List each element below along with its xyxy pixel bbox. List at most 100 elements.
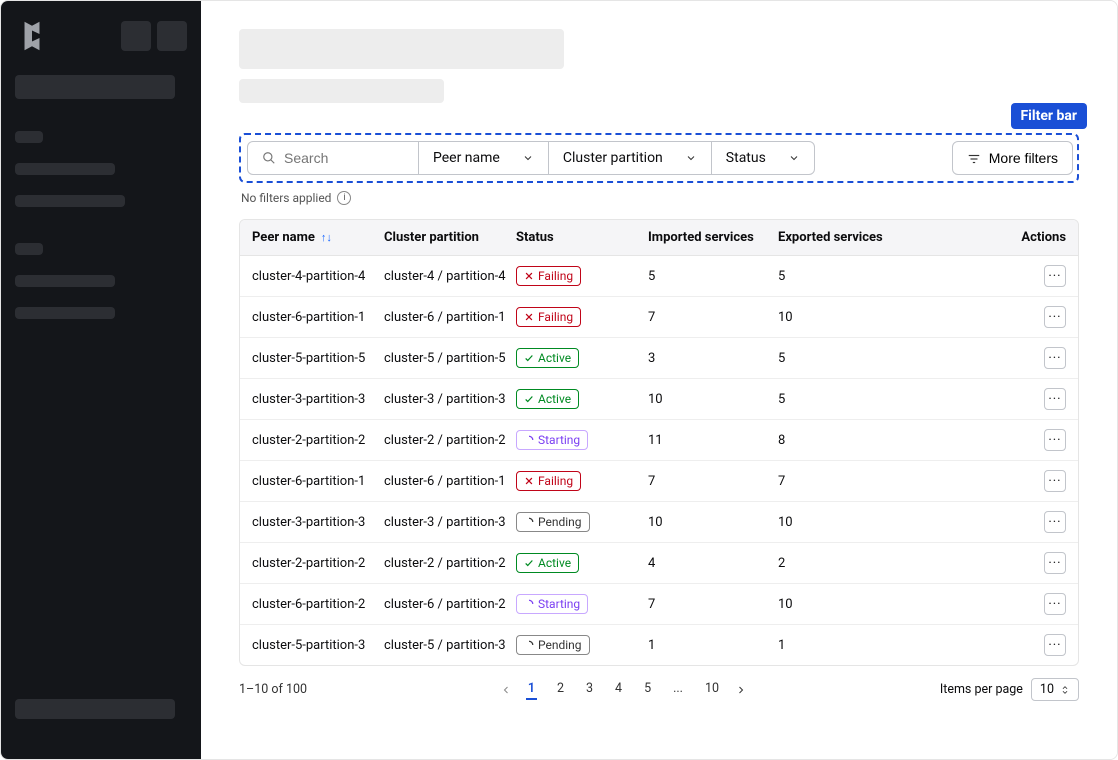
cell-peer-name: cluster-6-partition-2 — [252, 597, 384, 612]
cell-exported: 5 — [778, 269, 928, 284]
cell-cluster-partition: cluster-2 / partition-2 — [384, 556, 516, 571]
cell-exported: 2 — [778, 556, 928, 571]
col-header-status[interactable]: Status — [516, 230, 648, 245]
pagination-ellipsis: ... — [671, 679, 685, 700]
cell-imported: 11 — [648, 433, 778, 448]
row-actions-button[interactable]: ··· — [1044, 388, 1066, 410]
pagination-page[interactable]: 1 — [526, 679, 537, 700]
sidebar-skeleton — [15, 75, 175, 99]
table-row: cluster-3-partition-3cluster-3 / partiti… — [240, 379, 1078, 420]
pagination-next[interactable] — [735, 682, 747, 697]
cell-status: Active — [516, 389, 648, 409]
row-actions-button[interactable]: ··· — [1044, 470, 1066, 492]
search-icon — [262, 150, 276, 166]
cell-cluster-partition: cluster-3 / partition-3 — [384, 515, 516, 530]
cell-imported: 7 — [648, 310, 778, 325]
row-actions-button[interactable]: ··· — [1044, 634, 1066, 656]
row-actions-button[interactable]: ··· — [1044, 429, 1066, 451]
cell-exported: 10 — [778, 597, 928, 612]
pagination-page[interactable]: 5 — [642, 679, 653, 700]
col-header-exported[interactable]: Exported services — [778, 230, 928, 245]
pagination-page[interactable]: 3 — [584, 679, 595, 700]
sidebar-skeleton — [15, 243, 43, 255]
page-subtitle-skeleton — [239, 79, 444, 103]
status-badge: Failing — [516, 307, 581, 327]
col-header-imported[interactable]: Imported services — [648, 230, 778, 245]
row-actions-button[interactable]: ··· — [1044, 552, 1066, 574]
cell-exported: 1 — [778, 638, 928, 653]
sidebar-skeleton — [15, 163, 115, 175]
filter-cluster-partition-dropdown[interactable]: Cluster partition — [548, 142, 711, 174]
cell-imported: 5 — [648, 269, 778, 284]
cell-cluster-partition: cluster-6 / partition-1 — [384, 310, 516, 325]
pagination-page[interactable]: 10 — [703, 679, 721, 700]
cell-imported: 4 — [648, 556, 778, 571]
col-header-peer-name[interactable]: Peer name↑↓ — [252, 230, 384, 245]
items-per-page-select[interactable]: 10 — [1031, 678, 1079, 701]
table-row: cluster-6-partition-2cluster-6 / partiti… — [240, 584, 1078, 625]
cell-cluster-partition: cluster-6 / partition-2 — [384, 597, 516, 612]
pagination-page[interactable]: 2 — [555, 679, 566, 700]
status-badge: Pending — [516, 635, 590, 655]
cell-cluster-partition: cluster-6 / partition-1 — [384, 474, 516, 489]
row-actions-button[interactable]: ··· — [1044, 265, 1066, 287]
cell-status: Starting — [516, 430, 648, 450]
sidebar-skeleton-button — [121, 21, 151, 51]
cell-imported: 7 — [648, 597, 778, 612]
cell-exported: 5 — [778, 351, 928, 366]
filter-peer-name-dropdown[interactable]: Peer name — [418, 142, 548, 174]
sidebar-skeleton — [15, 307, 115, 319]
filter-label: Peer name — [433, 150, 500, 166]
sidebar — [1, 1, 201, 759]
cell-imported: 1 — [648, 638, 778, 653]
sidebar-skeleton — [15, 131, 43, 143]
filter-icon — [967, 150, 981, 166]
table-row: cluster-5-partition-5cluster-5 / partiti… — [240, 338, 1078, 379]
filter-bar-annotation: Filter bar — [1011, 103, 1088, 129]
row-actions-button[interactable]: ··· — [1044, 511, 1066, 533]
cell-imported: 10 — [648, 515, 778, 530]
table-row: cluster-2-partition-2cluster-2 / partiti… — [240, 420, 1078, 461]
sidebar-skeleton — [15, 275, 115, 287]
row-actions-button[interactable]: ··· — [1044, 306, 1066, 328]
more-filters-button[interactable]: More filters — [952, 141, 1073, 175]
cell-peer-name: cluster-5-partition-5 — [252, 351, 384, 366]
main-content: Filter bar Peer name Cluster partition — [201, 1, 1117, 759]
cell-exported: 10 — [778, 310, 928, 325]
status-badge: Failing — [516, 471, 581, 491]
chevron-down-icon — [685, 150, 697, 166]
more-filters-label: More filters — [989, 150, 1058, 166]
cell-peer-name: cluster-3-partition-3 — [252, 515, 384, 530]
col-header-cluster-partition[interactable]: Cluster partition — [384, 230, 516, 245]
cell-status: Pending — [516, 512, 648, 532]
search-input[interactable] — [284, 150, 404, 166]
status-badge: Active — [516, 348, 579, 368]
filter-status-dropdown[interactable]: Status — [711, 142, 814, 174]
info-icon[interactable]: i — [337, 191, 351, 205]
table-row: cluster-3-partition-3cluster-3 / partiti… — [240, 502, 1078, 543]
status-badge: Starting — [516, 594, 588, 614]
chevron-down-icon — [788, 150, 800, 166]
cell-cluster-partition: cluster-4 / partition-4 — [384, 269, 516, 284]
cell-peer-name: cluster-2-partition-2 — [252, 433, 384, 448]
sort-icon: ↑↓ — [321, 231, 332, 244]
cell-imported: 7 — [648, 474, 778, 489]
cell-status: Failing — [516, 266, 648, 286]
cell-imported: 3 — [648, 351, 778, 366]
status-badge: Pending — [516, 512, 590, 532]
cell-status: Active — [516, 348, 648, 368]
status-badge: Starting — [516, 430, 588, 450]
cell-peer-name: cluster-3-partition-3 — [252, 392, 384, 407]
row-actions-button[interactable]: ··· — [1044, 347, 1066, 369]
search-input-wrapper[interactable] — [248, 142, 418, 174]
row-actions-button[interactable]: ··· — [1044, 593, 1066, 615]
table-row: cluster-4-partition-4cluster-4 / partiti… — [240, 256, 1078, 297]
cell-imported: 10 — [648, 392, 778, 407]
pagination-page[interactable]: 4 — [613, 679, 624, 700]
filter-bar: Peer name Cluster partition Status — [239, 133, 1079, 183]
table-row: cluster-6-partition-1cluster-6 / partiti… — [240, 297, 1078, 338]
pagination-prev[interactable] — [500, 682, 512, 697]
cell-status: Starting — [516, 594, 648, 614]
status-badge: Failing — [516, 266, 581, 286]
sidebar-skeleton — [15, 699, 175, 719]
